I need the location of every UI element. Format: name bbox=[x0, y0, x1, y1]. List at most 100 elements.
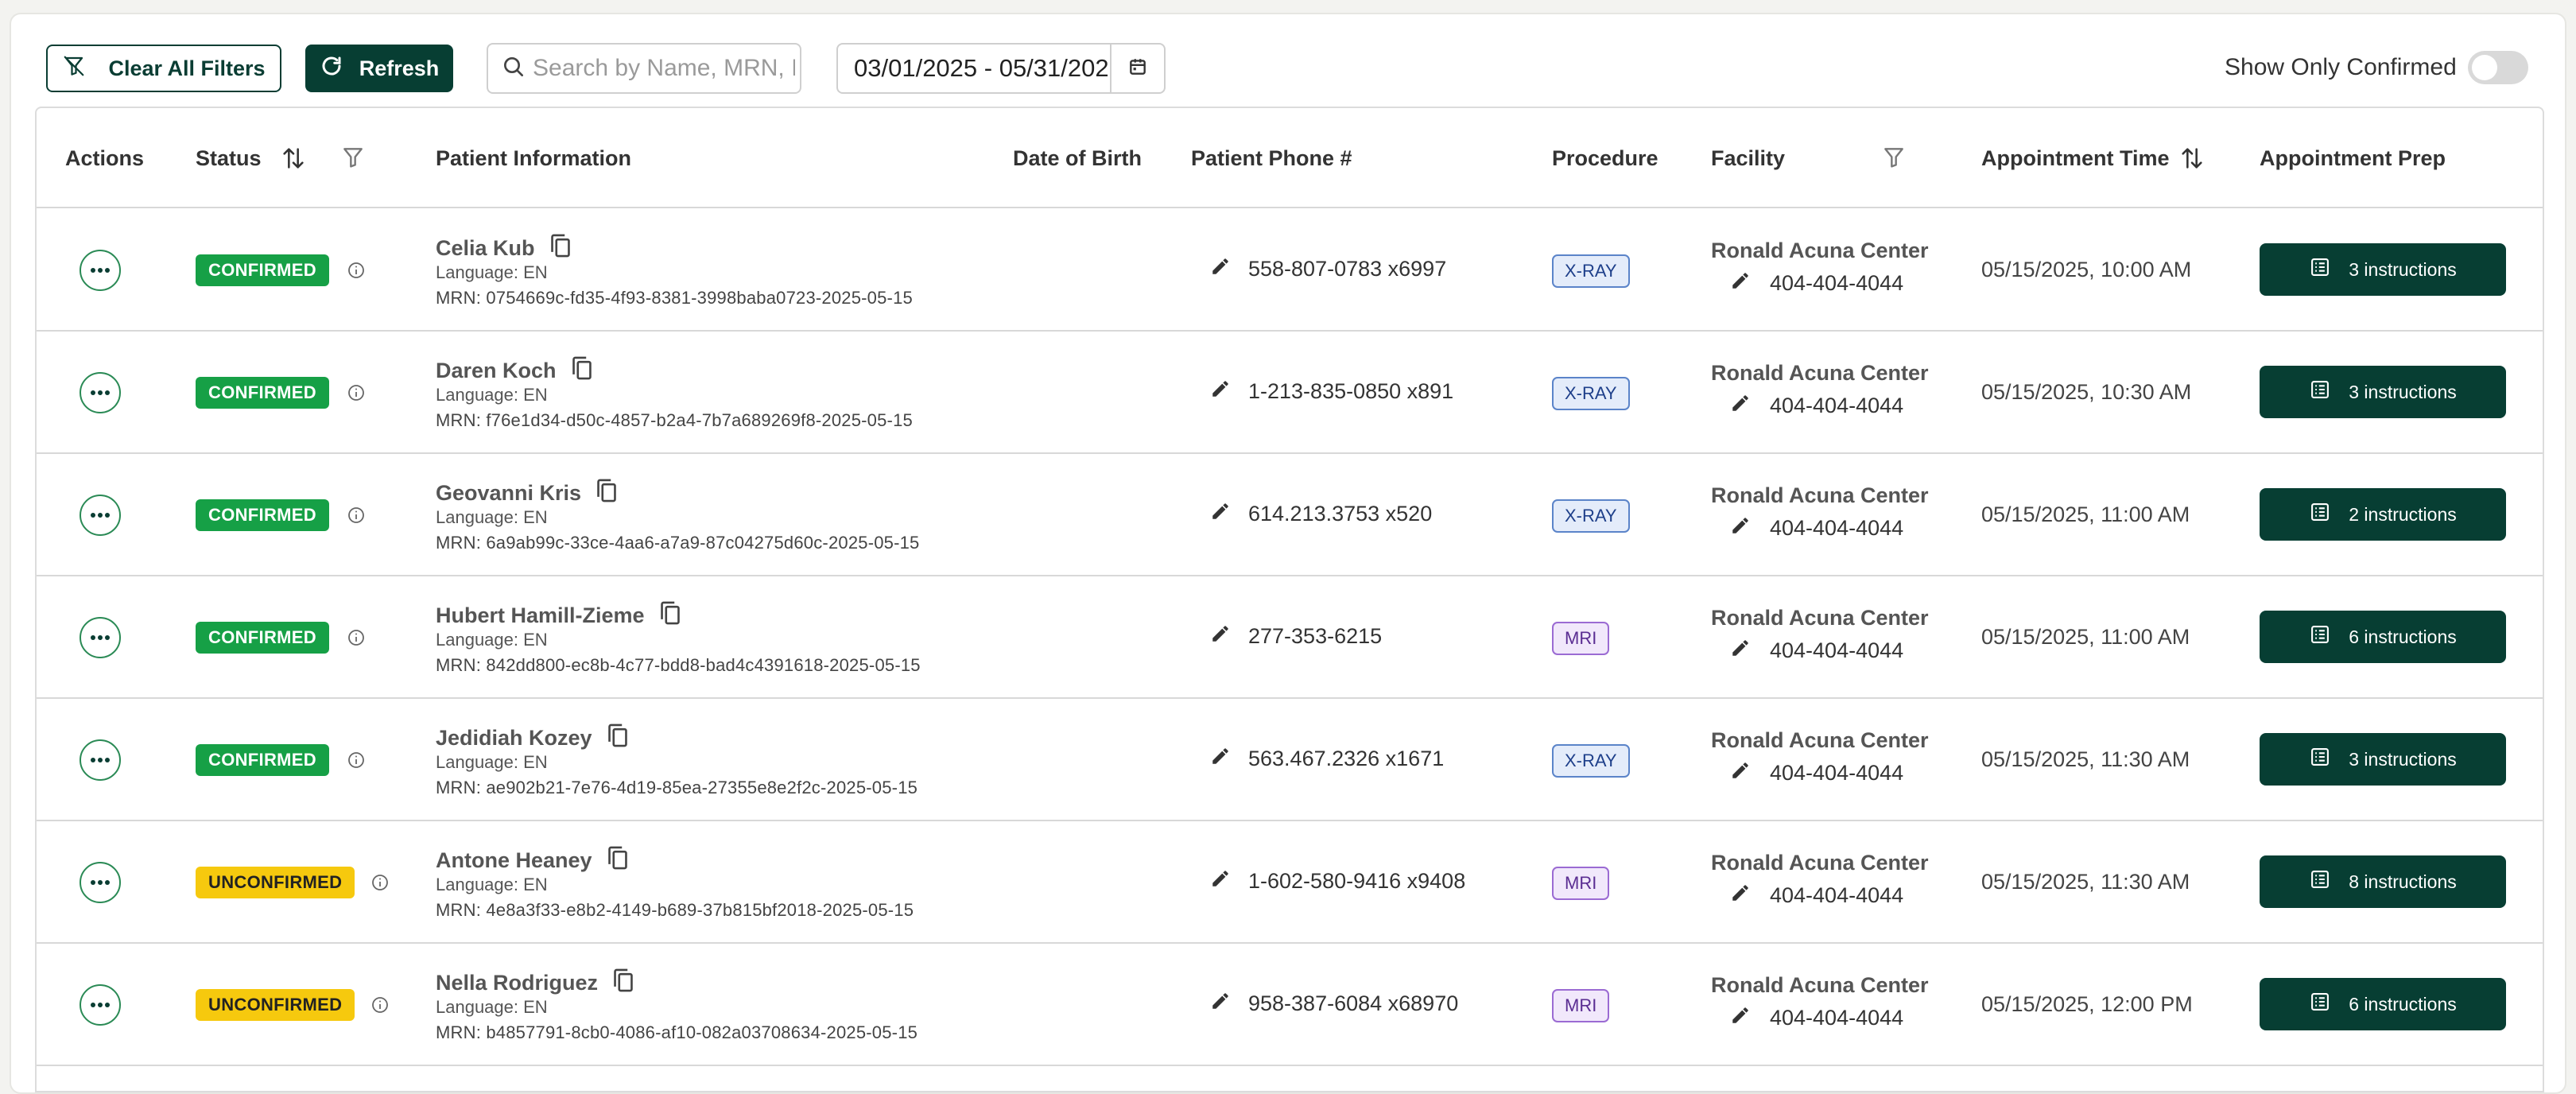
patient-phone: 1-602-580-9416 x9408 bbox=[1210, 868, 1465, 894]
pencil-icon[interactable] bbox=[1210, 378, 1231, 405]
facility-phone: 404-404-4044 bbox=[1730, 760, 1903, 786]
facility-phone-text: 404-404-4044 bbox=[1770, 271, 1904, 295]
appointment-time-sort-icon[interactable] bbox=[2178, 145, 2206, 176]
copy-icon[interactable] bbox=[658, 599, 683, 632]
appointment-prep-button[interactable]: 6 instructions bbox=[2260, 611, 2506, 663]
status-badge: UNCONFIRMED bbox=[196, 989, 355, 1021]
appointment-time: 05/15/2025, 11:30 AM bbox=[1981, 870, 2190, 894]
list-icon bbox=[2309, 256, 2331, 283]
row-actions-button[interactable] bbox=[80, 739, 121, 781]
row-actions-button[interactable] bbox=[80, 250, 121, 291]
pencil-icon[interactable] bbox=[1210, 623, 1231, 650]
appointment-prep-button[interactable]: 3 instructions bbox=[2260, 243, 2506, 296]
appointment-time: 05/15/2025, 11:00 AM bbox=[1981, 502, 2190, 526]
status-badge: CONFIRMED bbox=[196, 377, 329, 409]
sort-icon[interactable] bbox=[280, 145, 307, 176]
procedure-badge: X-RAY bbox=[1552, 377, 1630, 410]
appointment-prep-label: 3 instructions bbox=[2349, 258, 2457, 280]
appointment-prep-button[interactable]: 6 instructions bbox=[2260, 978, 2506, 1030]
date-range-input[interactable] bbox=[854, 54, 1108, 83]
appointment-prep-button[interactable]: 8 instructions bbox=[2260, 855, 2506, 908]
status-filter-icon[interactable] bbox=[340, 145, 366, 174]
appointment-prep-button[interactable]: 3 instructions bbox=[2260, 366, 2506, 418]
toolbar: Clear All Filters Refresh Search by Name… bbox=[11, 14, 2565, 107]
search-input[interactable] bbox=[533, 55, 795, 82]
patient-phone: 1-213-835-0850 x891 bbox=[1210, 378, 1453, 405]
list-icon bbox=[2309, 623, 2331, 650]
patient-mrn: MRN: b4857791-8cb0-4086-af10-082a0370863… bbox=[436, 1022, 918, 1042]
procedure-badge: X-RAY bbox=[1552, 744, 1630, 778]
pencil-icon[interactable] bbox=[1730, 515, 1751, 541]
pencil-icon[interactable] bbox=[1730, 270, 1751, 297]
row-actions-button[interactable] bbox=[80, 984, 121, 1026]
col-patient-phone: Patient Phone # bbox=[1191, 145, 1352, 170]
pencil-icon[interactable] bbox=[1210, 868, 1231, 894]
copy-icon[interactable] bbox=[569, 355, 595, 387]
table-header: Actions Status Patient Information Date … bbox=[37, 108, 2543, 208]
appointment-prep-label: 6 instructions bbox=[2349, 626, 2457, 647]
patient-phone: 563.467.2326 x1671 bbox=[1210, 746, 1444, 772]
refresh-button[interactable]: Refresh bbox=[305, 45, 453, 92]
more-icon bbox=[90, 263, 111, 277]
search-box bbox=[487, 43, 801, 94]
patient-name: Antone Heaney bbox=[436, 844, 630, 877]
info-icon[interactable] bbox=[347, 628, 366, 651]
info-icon[interactable] bbox=[370, 873, 390, 896]
facility-phone: 404-404-4044 bbox=[1730, 883, 1903, 909]
pencil-icon[interactable] bbox=[1210, 256, 1231, 282]
patient-phone: 614.213.3753 x520 bbox=[1210, 501, 1432, 527]
patient-name-text: Antone Heaney bbox=[436, 848, 592, 872]
procedure-badge: MRI bbox=[1552, 989, 1610, 1022]
facility-phone-text: 404-404-4044 bbox=[1770, 1006, 1904, 1030]
info-icon[interactable] bbox=[347, 383, 366, 406]
appointment-prep-button[interactable]: 2 instructions bbox=[2260, 488, 2506, 541]
patient-mrn: MRN: 0754669c-fd35-4f93-8381-3998baba072… bbox=[436, 288, 913, 308]
copy-icon[interactable] bbox=[594, 477, 619, 510]
facility-name: Ronald Acuna Center bbox=[1711, 606, 1929, 630]
col-facility: Facility bbox=[1711, 145, 1786, 170]
appointments-panel: Clear All Filters Refresh Search by Name… bbox=[10, 13, 2566, 1094]
facility-phone: 404-404-4044 bbox=[1730, 515, 1903, 541]
patient-phone-text: 958-387-6084 x68970 bbox=[1248, 991, 1459, 1015]
calendar-button[interactable] bbox=[1110, 43, 1166, 94]
col-appointment-time: Appointment Time bbox=[1981, 145, 2170, 170]
pencil-icon[interactable] bbox=[1210, 501, 1231, 527]
list-icon bbox=[2309, 868, 2331, 895]
copy-icon[interactable] bbox=[605, 722, 630, 755]
copy-icon[interactable] bbox=[605, 844, 630, 877]
facility-filter-icon[interactable] bbox=[1881, 145, 1907, 174]
table-row: CONFIRMED Daren Koch Language: EN MRN: f… bbox=[37, 332, 2543, 454]
pencil-icon[interactable] bbox=[1730, 1005, 1751, 1031]
appointment-prep-button[interactable]: 3 instructions bbox=[2260, 733, 2506, 786]
appointment-prep-label: 2 instructions bbox=[2349, 503, 2457, 525]
patient-name-text: Daren Koch bbox=[436, 359, 557, 382]
patient-mrn: MRN: ae902b21-7e76-4d19-85ea-27355e8e2f2… bbox=[436, 778, 918, 797]
more-icon bbox=[90, 753, 111, 767]
pencil-icon[interactable] bbox=[1730, 393, 1751, 419]
row-actions-button[interactable] bbox=[80, 372, 121, 413]
pencil-icon[interactable] bbox=[1210, 746, 1231, 772]
pencil-icon[interactable] bbox=[1730, 883, 1751, 909]
pencil-icon[interactable] bbox=[1730, 760, 1751, 786]
copy-icon[interactable] bbox=[548, 232, 573, 265]
pencil-icon[interactable] bbox=[1730, 638, 1751, 664]
appointment-time: 05/15/2025, 12:00 PM bbox=[1981, 992, 2193, 1016]
info-icon[interactable] bbox=[370, 995, 390, 1018]
pencil-icon[interactable] bbox=[1210, 991, 1231, 1017]
row-actions-button[interactable] bbox=[80, 495, 121, 536]
appointments-table: Actions Status Patient Information Date … bbox=[35, 107, 2544, 1092]
col-status: Status bbox=[196, 145, 262, 170]
copy-icon[interactable] bbox=[611, 967, 636, 999]
refresh-icon bbox=[320, 54, 343, 83]
show-only-confirmed-toggle[interactable] bbox=[2468, 51, 2528, 84]
patient-language: Language: EN bbox=[436, 262, 548, 282]
patient-language: Language: EN bbox=[436, 385, 548, 405]
info-icon[interactable] bbox=[347, 506, 366, 529]
col-actions: Actions bbox=[65, 145, 145, 170]
facility-name: Ronald Acuna Center bbox=[1711, 483, 1929, 507]
info-icon[interactable] bbox=[347, 751, 366, 774]
row-actions-button[interactable] bbox=[80, 862, 121, 903]
row-actions-button[interactable] bbox=[80, 617, 121, 658]
clear-all-filters-button[interactable]: Clear All Filters bbox=[46, 45, 281, 92]
info-icon[interactable] bbox=[347, 261, 366, 284]
